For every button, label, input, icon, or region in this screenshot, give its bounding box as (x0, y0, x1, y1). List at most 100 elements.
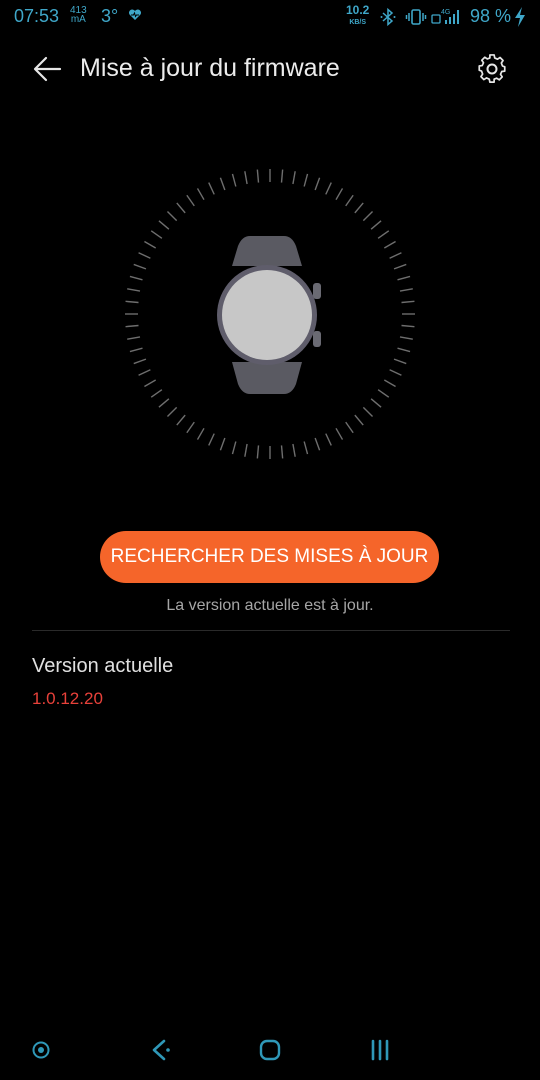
tick-mark (335, 188, 344, 201)
tick-mark (383, 379, 396, 388)
tick-mark (354, 202, 364, 214)
signal-icon: 4G (431, 7, 461, 32)
back-icon (152, 1039, 170, 1061)
tick-mark (345, 421, 354, 434)
bluetooth-icon (380, 7, 396, 32)
tick-mark (314, 177, 321, 191)
smartwatch-icon (125, 169, 415, 459)
tick-mark (176, 414, 186, 426)
tick-mark (158, 398, 170, 408)
tick-mark (280, 445, 284, 459)
home-icon (259, 1039, 281, 1061)
tick-mark (292, 171, 296, 185)
tick-mark (389, 369, 402, 376)
charging-icon (513, 6, 527, 33)
update-status-message: La version actuelle est à jour. (166, 597, 374, 614)
tick-mark (383, 240, 396, 249)
tick-mark (127, 336, 141, 340)
tick-mark (196, 188, 205, 201)
tick-mark (370, 220, 382, 230)
tick-mark (186, 194, 195, 207)
tick-mark (401, 300, 415, 304)
tick-mark (377, 230, 390, 239)
tick-mark (244, 443, 248, 457)
tick-mark (244, 171, 248, 185)
tick-mark (377, 389, 390, 398)
nav-back-button[interactable] (140, 1036, 180, 1064)
tick-mark (256, 169, 260, 183)
tick-mark (325, 182, 332, 195)
check-updates-button[interactable]: RECHERCHER DES MISES À JOUR (100, 531, 439, 583)
tick-mark (397, 275, 411, 281)
status-current-unit: mA (70, 14, 86, 25)
status-net-speed-value: 10.2 (346, 3, 370, 17)
watch-bottom-strap (232, 362, 302, 394)
tick-mark (144, 379, 157, 388)
tick-mark (292, 443, 296, 457)
tick-mark (129, 275, 143, 281)
tick-mark (393, 263, 407, 270)
tick-mark (280, 169, 284, 183)
system-nav-bar (0, 1020, 540, 1080)
status-net-speed: 10.2 KB/S (346, 3, 370, 28)
tick-mark (345, 194, 354, 207)
watch-crown-bottom (313, 331, 321, 347)
tick-mark (208, 433, 215, 446)
tick-mark (399, 336, 413, 340)
status-battery: 98 % (470, 6, 512, 26)
recents-icon (371, 1039, 389, 1061)
tick-mark (399, 288, 413, 292)
tick-mark (231, 441, 237, 455)
tick-mark (158, 220, 170, 230)
tick-mark (389, 252, 402, 259)
nav-recents-button[interactable] (360, 1036, 400, 1064)
tick-mark (335, 427, 344, 440)
tick-mark (138, 252, 151, 259)
vibrate-icon (405, 7, 427, 32)
settings-button[interactable] (472, 50, 512, 88)
tick-mark (354, 414, 364, 426)
nav-home-button[interactable] (250, 1036, 290, 1064)
watch-crown-top (313, 283, 321, 299)
tick-mark (150, 230, 163, 239)
tick-mark (362, 406, 374, 418)
status-bar: 07:53 413 mA 3° 10.2 KB/S 4G 98 % (0, 0, 540, 34)
current-version-label: Version actuelle (32, 655, 174, 677)
app-bar: Mise à jour du firmware (0, 40, 540, 98)
divider (32, 630, 510, 631)
status-temperature: 3° (101, 6, 119, 26)
tick-mark (325, 433, 332, 446)
gear-icon (478, 54, 506, 84)
tick-mark (166, 406, 178, 418)
tick-mark (166, 210, 178, 222)
screen-record-button[interactable] (21, 1036, 61, 1064)
tick-mark (133, 358, 147, 365)
tick-mark (401, 324, 415, 328)
tick-mark (138, 369, 151, 376)
status-net-speed-unit: KB/S (349, 19, 367, 26)
watch-top-strap (232, 236, 302, 266)
tick-mark (219, 177, 226, 191)
tick-mark (231, 173, 237, 187)
tick-mark (393, 358, 407, 365)
tick-mark (196, 427, 205, 440)
back-button[interactable] (26, 52, 66, 86)
tick-mark (150, 389, 163, 398)
tick-mark (303, 441, 309, 455)
watch-illustration (120, 164, 420, 464)
tick-mark (186, 421, 195, 434)
watch-face (222, 270, 312, 360)
tick-mark (176, 202, 186, 214)
tick-mark (362, 210, 374, 222)
tick-mark (127, 288, 141, 292)
tick-mark (256, 445, 260, 459)
page-title: Mise à jour du firmware (80, 54, 340, 82)
network-type: 4G (441, 9, 450, 16)
tick-mark (208, 182, 215, 195)
status-current: 413 mA (70, 6, 87, 25)
tick-mark (125, 324, 139, 328)
tick-mark (144, 240, 157, 249)
tick-mark (370, 398, 382, 408)
arrow-left-icon (33, 56, 62, 82)
status-time: 07:53 (14, 6, 60, 26)
